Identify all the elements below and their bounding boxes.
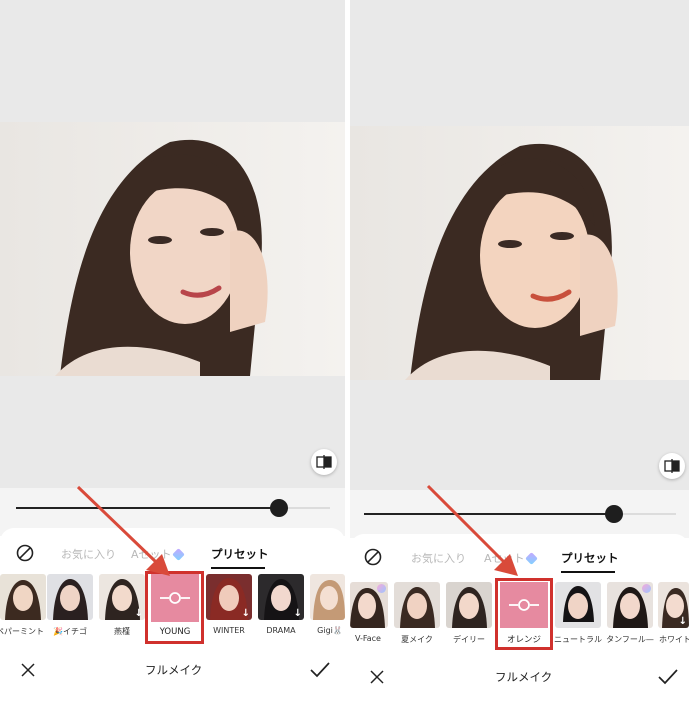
preset-label: 🎉イチゴ <box>53 627 87 636</box>
download-icon: ↓ <box>134 608 143 619</box>
slider-track-rest <box>614 513 676 515</box>
tab-presets[interactable]: プリセット <box>561 550 619 566</box>
preset-label: ホワイト <box>659 635 689 644</box>
compare-button[interactable] <box>659 453 685 479</box>
tab-favorites[interactable]: お気に入り <box>61 546 116 562</box>
tab-presets[interactable]: プリセット <box>211 546 269 562</box>
confirm-check-icon[interactable] <box>658 669 678 685</box>
highlight-box <box>495 578 553 650</box>
preset-thumb-5[interactable]: ↓ <box>258 574 304 620</box>
preset-thumb-4[interactable]: ↓ <box>206 574 252 620</box>
bottom-title: フルメイク <box>145 663 203 677</box>
preset-label: 夏メイク <box>401 635 433 644</box>
right-screen: お気に入り Aセット プリセット ↓ V-Face 夏メイク デイリー ニュート… <box>350 0 689 704</box>
preset-thumb-2[interactable] <box>446 582 492 628</box>
preset-thumb-6[interactable]: ↓ <box>658 582 689 628</box>
portrait-photo <box>350 126 689 380</box>
slider-thumb[interactable] <box>270 499 288 517</box>
tab-avatar-set-label: Aセット <box>131 548 172 561</box>
tab-avatar-set-label: Aセット <box>484 552 525 565</box>
bottom-bar: フルメイク <box>0 652 345 692</box>
preset-label: タンフール— <box>606 635 654 644</box>
preset-thumb-1[interactable] <box>394 582 440 628</box>
bottom-title: フルメイク <box>495 670 553 684</box>
slider-track-filled <box>364 513 614 515</box>
tab-avatar-set[interactable]: Aセット <box>131 546 185 562</box>
makeup-sheet: お気に入り Aセット プリセット ↓ ↓ ↓ ペパーミント 🎉イチゴ 燕槿 WI… <box>0 528 345 704</box>
preset-label: ニュートラル <box>554 635 602 644</box>
preset-thumb-0[interactable] <box>0 574 46 620</box>
preset-thumb-6[interactable] <box>310 574 345 620</box>
close-icon[interactable] <box>369 669 385 685</box>
portrait-photo <box>0 122 345 376</box>
preset-thumb-4[interactable] <box>555 582 601 628</box>
highlight-box <box>145 571 204 644</box>
preset-label: DRAMA <box>266 626 296 635</box>
compare-icon <box>316 455 332 469</box>
compare-icon <box>664 459 680 473</box>
preset-label: WINTER <box>213 626 245 635</box>
download-icon: ↓ <box>241 608 250 619</box>
active-tab-indicator <box>211 567 265 569</box>
preset-thumb-5[interactable] <box>607 582 653 628</box>
preset-thumb-0[interactable] <box>350 582 388 628</box>
preset-label: Gigi🐰 <box>317 626 343 635</box>
intensity-slider-area <box>350 490 689 538</box>
preset-thumb-2[interactable]: ↓ <box>99 574 145 620</box>
compare-button[interactable] <box>311 449 337 475</box>
active-tab-indicator <box>561 571 615 573</box>
preset-thumb-1[interactable] <box>47 574 93 620</box>
preset-label: 燕槿 <box>114 627 130 636</box>
badge-icon <box>377 584 386 593</box>
confirm-check-icon[interactable] <box>310 662 330 678</box>
slider-thumb[interactable] <box>605 505 623 523</box>
no-effect-icon[interactable] <box>16 544 34 562</box>
download-icon: ↓ <box>293 608 302 619</box>
preset-label: ペパーミント <box>0 627 44 636</box>
tab-favorites[interactable]: お気に入り <box>411 550 466 566</box>
gem-icon <box>524 552 538 565</box>
badge-icon <box>642 584 651 593</box>
slider-track-filled <box>16 507 280 509</box>
no-effect-icon[interactable] <box>364 548 382 566</box>
preset-label: デイリー <box>453 635 485 644</box>
makeup-sheet: お気に入り Aセット プリセット ↓ V-Face 夏メイク デイリー ニュート… <box>350 534 689 704</box>
download-icon: ↓ <box>678 616 687 627</box>
close-icon[interactable] <box>20 662 36 678</box>
tab-avatar-set[interactable]: Aセット <box>484 550 538 566</box>
left-screen: お気に入り Aセット プリセット ↓ ↓ ↓ ペパーミント 🎉イチゴ 燕槿 WI… <box>0 0 345 704</box>
bottom-bar: フルメイク <box>350 662 689 702</box>
gem-icon <box>171 548 185 561</box>
preset-label: V-Face <box>355 634 381 643</box>
